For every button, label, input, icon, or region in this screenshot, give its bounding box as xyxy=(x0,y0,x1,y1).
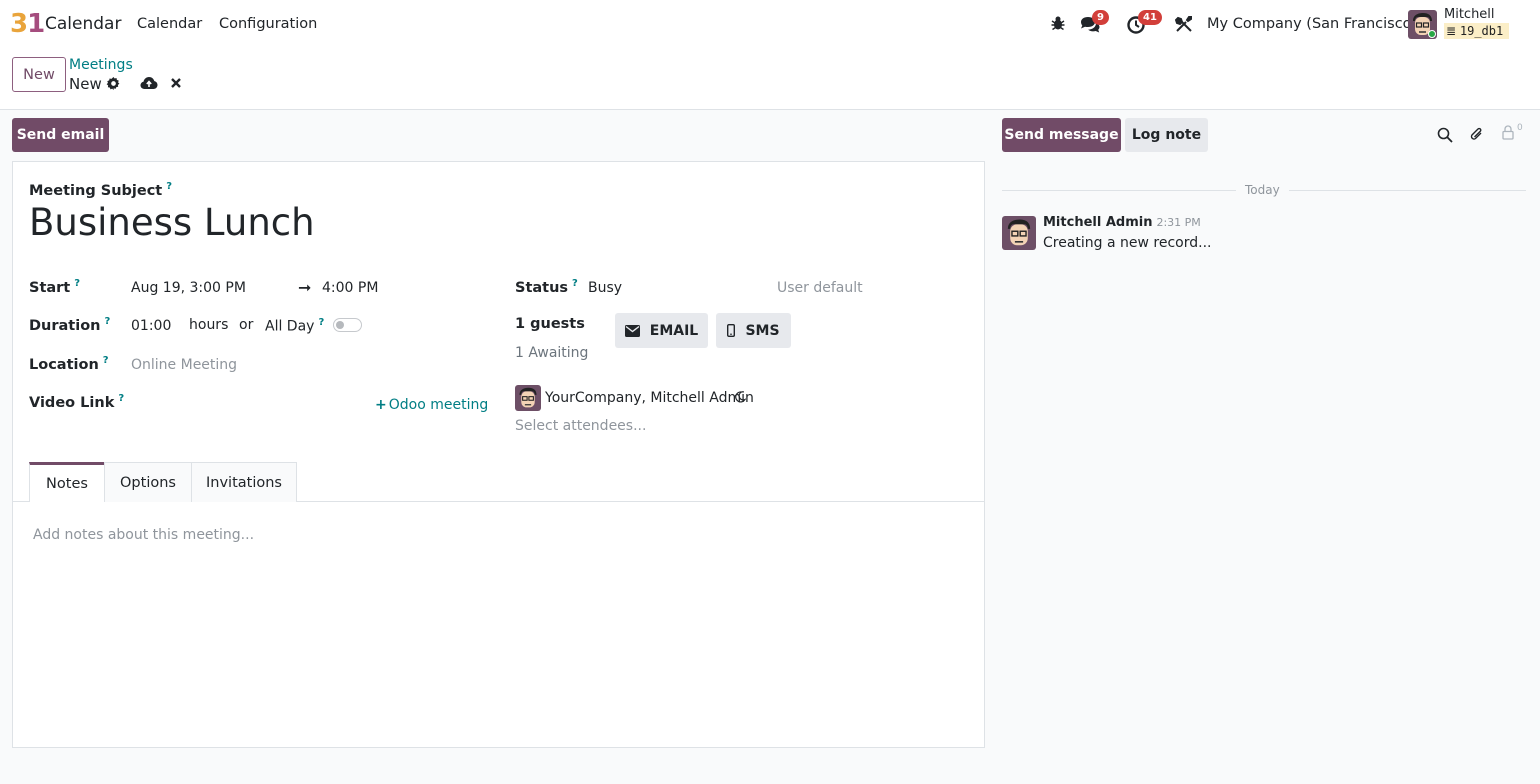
plus-icon: + xyxy=(375,397,387,413)
message-header: Mitchell Admin 2:31 PM xyxy=(1043,215,1201,230)
control-panel xyxy=(0,49,1540,110)
search-icon[interactable] xyxy=(1437,127,1453,147)
awaiting-count: 1 Awaiting xyxy=(515,345,589,361)
send-message-button[interactable]: Send message xyxy=(1002,118,1121,152)
envelope-icon xyxy=(624,324,640,337)
select-attendees-input[interactable]: Select attendees... xyxy=(515,418,646,434)
email-button-label: EMAIL xyxy=(649,322,699,339)
online-status-dot xyxy=(1428,30,1436,38)
video-link-label: Video Link? xyxy=(29,393,125,411)
form-sheet xyxy=(12,161,985,748)
messages-badge: 9 xyxy=(1092,10,1109,25)
breadcrumb-meetings[interactable]: Meetings xyxy=(69,57,133,73)
breadcrumb-current: New xyxy=(69,75,102,93)
log-note-button[interactable]: Log note xyxy=(1125,118,1208,152)
meeting-subject-input[interactable]: Business Lunch xyxy=(29,201,315,244)
email-attendees-button[interactable]: EMAIL xyxy=(615,313,708,348)
end-datetime-input[interactable]: 4:00 PM xyxy=(322,280,378,296)
help-icon[interactable]: ? xyxy=(118,393,124,404)
odoo-meeting-button[interactable]: + Odoo meeting xyxy=(375,397,488,413)
activities-badge: 41 xyxy=(1138,10,1162,25)
duration-input[interactable]: 01:00 xyxy=(131,318,171,334)
activity-clock-icon[interactable]: 41 xyxy=(1126,10,1162,35)
tab-notes[interactable]: Notes xyxy=(29,462,105,502)
attendee-name[interactable]: YourCompany, Mitchell Admin xyxy=(545,390,754,406)
arrow-right-icon: ➞ xyxy=(298,278,312,297)
location-input[interactable]: Online Meeting xyxy=(131,357,237,373)
app-logo[interactable]: 31 xyxy=(10,10,45,38)
meeting-subject-label: Meeting Subject? xyxy=(29,181,173,199)
tab-invitations[interactable]: Invitations xyxy=(191,462,297,502)
cloud-upload-icon[interactable] xyxy=(140,76,158,94)
message-body: Creating a new record... xyxy=(1043,235,1212,251)
gear-icon[interactable] xyxy=(106,76,121,95)
app-name[interactable]: Calendar xyxy=(45,14,121,34)
followers-count: 0 xyxy=(1517,123,1523,133)
messages-icon[interactable]: 9 xyxy=(1079,10,1109,35)
help-icon[interactable]: ? xyxy=(572,278,578,289)
attendee-avatar xyxy=(515,385,541,411)
tools-icon[interactable] xyxy=(1174,15,1195,35)
menu-configuration[interactable]: Configuration xyxy=(219,16,317,32)
new-button[interactable]: New xyxy=(12,57,66,92)
paperclip-icon[interactable] xyxy=(1468,126,1485,147)
bug-icon[interactable] xyxy=(1049,14,1069,34)
location-label: Location? xyxy=(29,355,109,373)
privacy-select[interactable]: User default xyxy=(777,280,863,296)
allday-toggle[interactable] xyxy=(333,318,362,332)
duration-unit: hours xyxy=(189,317,229,333)
followers-icon[interactable]: 0 xyxy=(1502,123,1523,144)
discard-close-icon[interactable] xyxy=(170,77,182,93)
start-datetime-input[interactable]: Aug 19, 3:00 PM xyxy=(131,280,246,296)
notes-editor[interactable]: Add notes about this meeting... xyxy=(33,527,254,543)
send-email-button[interactable]: Send email xyxy=(12,118,109,152)
message-author-avatar[interactable] xyxy=(1002,216,1036,250)
status-label: Status? xyxy=(515,278,578,296)
help-icon[interactable]: ? xyxy=(104,316,110,327)
sms-button-label: SMS xyxy=(745,322,780,339)
help-icon[interactable]: ? xyxy=(318,317,324,328)
status-select[interactable]: Busy xyxy=(588,280,622,296)
message-author[interactable]: Mitchell Admin xyxy=(1043,215,1152,230)
mobile-phone-icon xyxy=(727,324,736,337)
database-name: 19_db1 xyxy=(1459,24,1504,38)
date-separator: Today xyxy=(1236,183,1289,197)
help-icon[interactable]: ? xyxy=(103,355,109,366)
help-icon[interactable]: ? xyxy=(74,278,80,289)
allday-label: All Day? xyxy=(265,317,325,335)
menu-calendar[interactable]: Calendar xyxy=(137,16,202,32)
user-avatar[interactable] xyxy=(1408,10,1437,39)
sms-attendees-button[interactable]: SMS xyxy=(716,313,791,348)
start-label: Start? xyxy=(29,278,81,296)
database-badge: ≣ 19_db1 xyxy=(1444,23,1510,39)
moon-away-icon xyxy=(734,391,747,407)
or-text: or xyxy=(239,317,254,333)
database-icon: ≣ xyxy=(1446,24,1460,38)
duration-label: Duration? xyxy=(29,316,111,334)
help-icon[interactable]: ? xyxy=(166,181,172,192)
guests-count: 1 guests xyxy=(515,316,585,332)
tab-options[interactable]: Options xyxy=(104,462,192,502)
message-time: 2:31 PM xyxy=(1156,216,1201,229)
company-switcher[interactable]: My Company (San Francisco) xyxy=(1207,16,1417,32)
